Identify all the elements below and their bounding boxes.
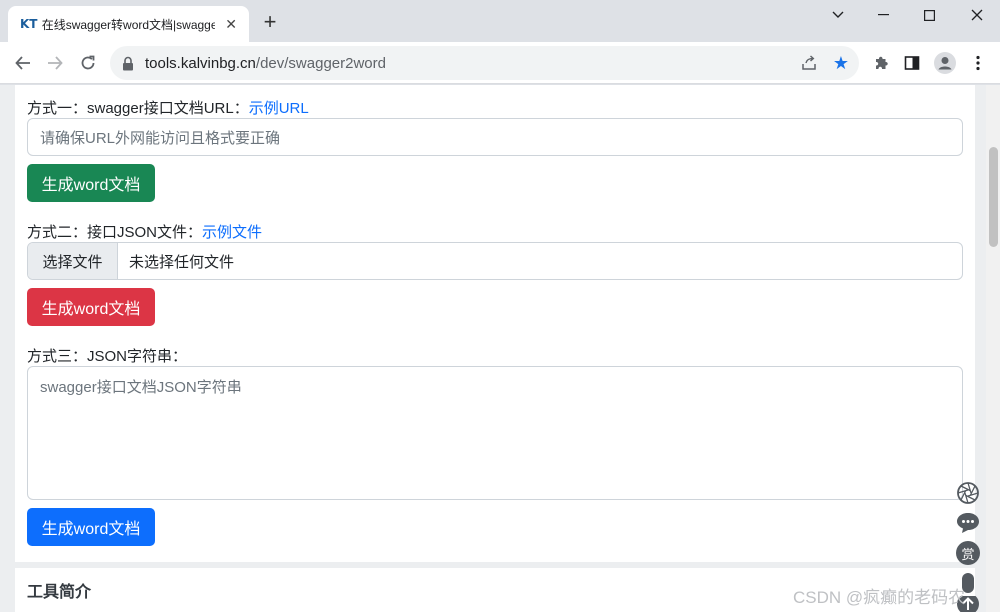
- maximize-button[interactable]: [906, 0, 952, 30]
- json-string-textarea[interactable]: swagger接口文档JSON字符串: [27, 366, 963, 500]
- converter-card: 方式一：swagger接口文档URL：示例URL 请确保URL外网能访问且格式要…: [15, 85, 975, 562]
- tab-title: 在线swagger转word文档|swagger: [41, 17, 216, 32]
- method1-label: 方式一：swagger接口文档URL：: [27, 100, 249, 117]
- comment-icon[interactable]: [955, 510, 981, 536]
- browser-tab[interactable]: KT 在线swagger转word文档|swagger ✕: [8, 6, 249, 42]
- page-scrollbar[interactable]: [986, 85, 1000, 612]
- tool-intro-title: 工具简介: [27, 584, 92, 601]
- share-aperture-icon[interactable]: [955, 480, 981, 506]
- address-bar[interactable]: tools.kalvinbg.cn/dev/swagger2word ★: [110, 46, 859, 80]
- extensions-puzzle-icon[interactable]: [869, 51, 893, 75]
- page-viewport: 方式一：swagger接口文档URL：示例URL 请确保URL外网能访问且格式要…: [0, 85, 1000, 612]
- tab-strip: KT 在线swagger转word文档|swagger ✕ +: [0, 0, 1000, 42]
- method1-label-row: 方式一：swagger接口文档URL：示例URL: [27, 97, 309, 118]
- json-file-input[interactable]: 选择文件 未选择任何文件: [27, 242, 963, 280]
- reward-icon[interactable]: 赏: [955, 540, 981, 566]
- minimize-button[interactable]: [860, 0, 906, 30]
- url-host: tools.kalvinbg.cn: [145, 54, 256, 72]
- side-panel-icon[interactable]: [900, 51, 924, 75]
- back-arrow-icon[interactable]: [10, 50, 36, 76]
- reload-icon[interactable]: [75, 50, 101, 76]
- bookmark-star-icon[interactable]: ★: [832, 54, 850, 72]
- swagger-url-input[interactable]: 请确保URL外网能访问且格式要正确: [27, 118, 963, 156]
- url-text: tools.kalvinbg.cn/dev/swagger2word: [145, 55, 386, 72]
- browser-toolbar: tools.kalvinbg.cn/dev/swagger2word ★: [0, 42, 1000, 84]
- window-close-button[interactable]: [954, 0, 1000, 30]
- lock-icon[interactable]: [122, 55, 136, 71]
- forward-arrow-icon[interactable]: [42, 50, 68, 76]
- method3-label: 方式三：JSON字符串：: [27, 348, 188, 365]
- sample-url-link[interactable]: 示例URL: [249, 100, 309, 117]
- reward-label: 赏: [956, 541, 980, 565]
- tab-close-icon[interactable]: ✕: [223, 16, 239, 33]
- profile-avatar-icon[interactable]: [933, 51, 957, 75]
- kebab-menu-icon[interactable]: [966, 51, 990, 75]
- sample-file-link[interactable]: 示例文件: [202, 224, 262, 241]
- generate-from-json-button[interactable]: 生成word文档: [27, 508, 155, 546]
- method2-label-row: 方式二：接口JSON文件：示例文件: [27, 221, 262, 242]
- method2-label: 方式二：接口JSON文件：: [27, 224, 203, 241]
- tab-search-chevron-icon[interactable]: [815, 0, 861, 30]
- new-tab-button[interactable]: +: [259, 11, 281, 35]
- choose-file-button[interactable]: 选择文件: [28, 243, 118, 279]
- watermark-text: CSDN @疯癫的老码农: [793, 588, 966, 607]
- share-icon[interactable]: [800, 54, 818, 72]
- generate-from-url-button[interactable]: 生成word文档: [27, 164, 155, 202]
- scrollbar-thumb[interactable]: [989, 147, 998, 247]
- site-favicon-icon: KT: [20, 17, 38, 31]
- url-path: /dev/swagger2word: [255, 54, 386, 72]
- generate-from-file-button[interactable]: 生成word文档: [27, 288, 155, 326]
- file-status-text: 未选择任何文件: [129, 253, 235, 271]
